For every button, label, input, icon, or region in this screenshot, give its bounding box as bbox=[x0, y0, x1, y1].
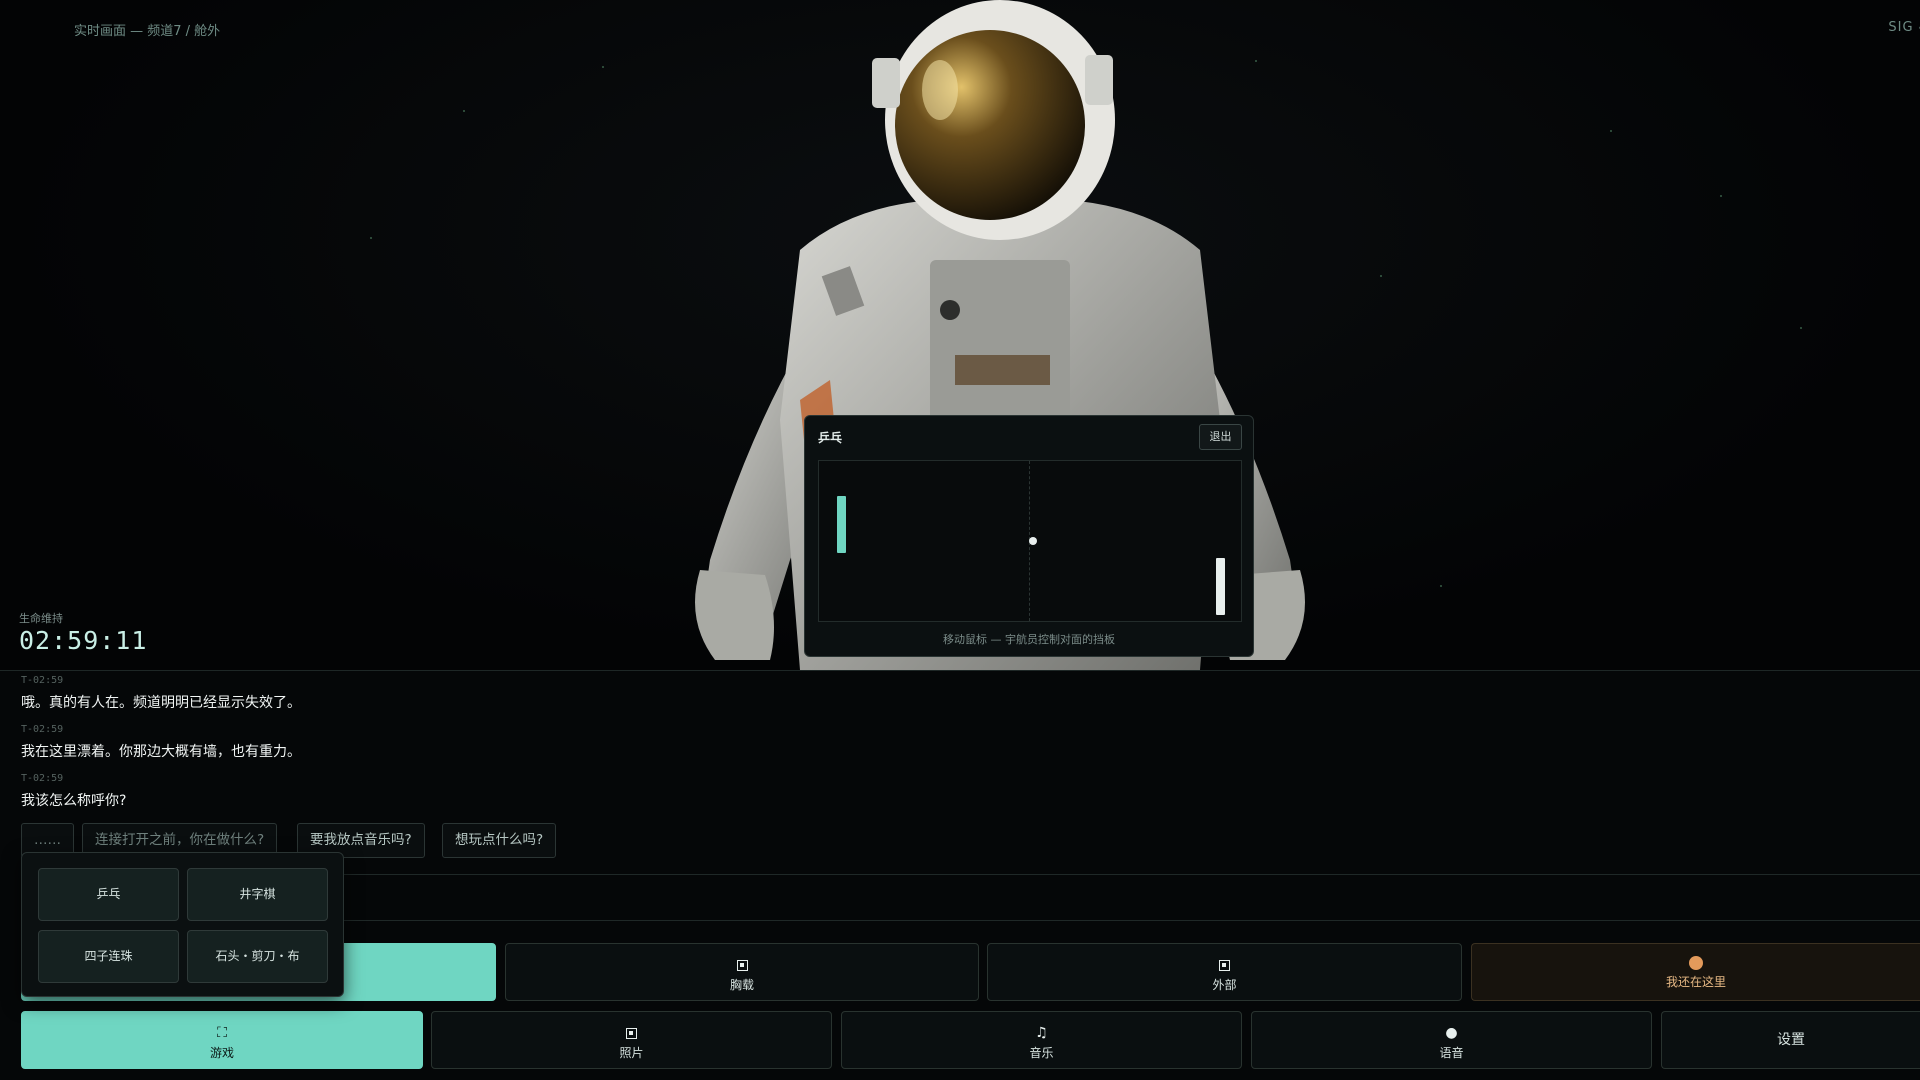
nav-games-label: 游戏 bbox=[209, 1046, 234, 1060]
external-camera-button[interactable]: 外部 bbox=[987, 943, 1462, 1001]
game-option-connect-four[interactable]: 四子连珠 bbox=[38, 930, 179, 983]
message-text: 哦。真的有人在。频道明明已经显示失效了。 bbox=[21, 695, 301, 711]
game-option-pong[interactable]: 乒乓 bbox=[38, 868, 179, 921]
camera-square-icon bbox=[506, 957, 978, 973]
pong-ball bbox=[1029, 537, 1037, 545]
pong-exit-button[interactable]: 退出 bbox=[1199, 424, 1242, 450]
message-input[interactable] bbox=[343, 874, 1920, 921]
still-here-button[interactable]: 我还在这里 bbox=[1471, 943, 1920, 1001]
game-menu: 乒乓 井字棋 四子连珠 石头・剪刀・布 bbox=[21, 852, 344, 997]
nav-photos-label: 照片 bbox=[619, 1046, 644, 1060]
message-text: 我该怎么称呼你? bbox=[21, 793, 127, 809]
message-time: T-02:59 bbox=[21, 773, 64, 784]
message-text: 我在这里漂着。你那边大概有墙，也有重力。 bbox=[21, 744, 301, 760]
game-option-tic-tac-toe[interactable]: 井字棋 bbox=[187, 868, 328, 921]
music-note-icon: ♫ bbox=[1035, 1025, 1048, 1041]
life-support-timer: 02:59:11 bbox=[19, 626, 148, 655]
nav-settings[interactable]: 设置 bbox=[1661, 1011, 1920, 1069]
nav-games[interactable]: ⛶ 游戏 bbox=[21, 1011, 423, 1069]
chest-camera-label: 胸载 bbox=[729, 978, 754, 992]
quick-reply[interactable]: 想玩点什么吗? bbox=[442, 823, 557, 858]
photo-square-icon bbox=[432, 1025, 831, 1041]
feed-divider bbox=[0, 670, 1920, 671]
still-here-label: 我还在这里 bbox=[1665, 975, 1726, 989]
pong-court[interactable] bbox=[818, 460, 1242, 622]
status-dot-icon bbox=[1689, 956, 1703, 970]
camera-square-icon bbox=[988, 957, 1461, 973]
nav-settings-label: 设置 bbox=[1777, 1032, 1805, 1048]
nav-music[interactable]: ♫ 音乐 bbox=[841, 1011, 1242, 1069]
chest-camera-button[interactable]: 胸载 bbox=[505, 943, 979, 1001]
nav-voice[interactable]: ● 语音 bbox=[1251, 1011, 1652, 1069]
breadcrumb: 实时画面 — 频道7 / 舱外 bbox=[74, 24, 221, 39]
nav-music-label: 音乐 bbox=[1029, 1046, 1054, 1060]
opponent-paddle bbox=[1216, 558, 1225, 615]
nav-photos[interactable]: 照片 bbox=[431, 1011, 832, 1069]
nav-voice-label: 语音 bbox=[1439, 1046, 1464, 1060]
message-time: T-02:59 bbox=[21, 724, 64, 735]
live-feed: 实时画面 — 频道7 / 舱外 SIG 4 生命维持 02:59:11 乒乓 退… bbox=[0, 0, 1920, 670]
microphone-icon: ● bbox=[1445, 1025, 1458, 1041]
expand-icon: ⛶ bbox=[217, 1025, 227, 1041]
player-paddle[interactable] bbox=[837, 496, 846, 553]
pong-title: 乒乓 bbox=[818, 431, 843, 445]
message-time: T-02:59 bbox=[21, 675, 64, 686]
life-support-label: 生命维持 bbox=[19, 612, 63, 625]
external-camera-label: 外部 bbox=[1212, 978, 1237, 992]
pong-hint: 移动鼠标 — 宇航员控制对面的挡板 bbox=[943, 633, 1115, 646]
pong-panel: 乒乓 退出 移动鼠标 — 宇航员控制对面的挡板 bbox=[804, 415, 1254, 657]
game-option-rock-paper-scissors[interactable]: 石头・剪刀・布 bbox=[187, 930, 328, 983]
signal-indicator: SIG 4 bbox=[1888, 20, 1920, 35]
